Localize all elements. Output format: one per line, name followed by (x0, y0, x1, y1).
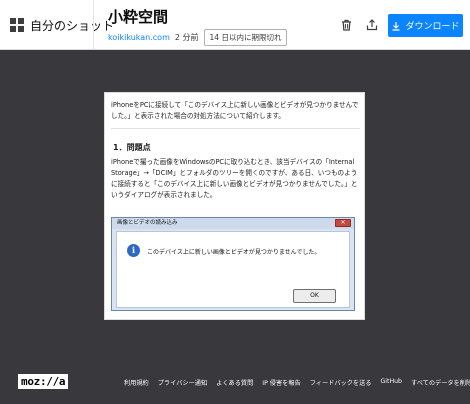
dialog-ok-button: OK (293, 289, 336, 303)
delete-button[interactable] (336, 15, 356, 35)
top-bar: 自分のショット 小粋空間 koikikukan.com 2 分前 14 日以内に… (0, 0, 470, 50)
source-link[interactable]: koikikukan.com (108, 33, 170, 42)
shot-meta: koikikukan.com 2 分前 14 日以内に期限切れ (108, 29, 288, 46)
footer-link-github[interactable]: GitHub (381, 378, 402, 387)
mozilla-logo[interactable]: moz://a (18, 374, 69, 389)
share-icon (366, 19, 378, 31)
download-icon (392, 21, 400, 31)
shot-heading: 1．問題点 (113, 143, 151, 152)
download-label: ダウンロード (405, 22, 460, 32)
header-divider (93, 0, 94, 50)
footer-link-report-ip[interactable]: IP 侵害を報告 (262, 378, 300, 387)
dialog-close-icon: ✕ (335, 219, 351, 227)
share-button[interactable] (362, 15, 382, 35)
import-dialog: 画像とビデオの読み込み ✕ i このデバイス上に新しい画像とビデオが見つかりませ… (111, 217, 355, 311)
screenshot-preview: iPhoneをPCに接続して「このデバイス上に新しい画像とビデオが見つかりません… (104, 92, 365, 320)
info-icon: i (127, 244, 140, 257)
dialog-body: i このデバイス上に新しい画像とビデオが見つかりませんでした。 OK (116, 231, 350, 308)
dialog-message: このデバイス上に新しい画像とビデオが見つかりませんでした。 (147, 249, 321, 256)
footer-link-faq[interactable]: よくある質問 (216, 378, 253, 387)
grid-icon (10, 18, 24, 32)
download-button[interactable]: ダウンロード (388, 14, 463, 37)
footer-links: 利用規約 プライバシー通知 よくある質問 IP 侵害を報告 フィードバックを送る… (124, 378, 470, 387)
page-title: 小粋空間 (108, 8, 169, 26)
shot-intro-text: iPhoneをPCに接続して「このデバイス上に新しい画像とビデオが見つかりません… (111, 101, 359, 120)
footer-link-privacy[interactable]: プライバシー通知 (158, 378, 207, 387)
trash-icon (341, 19, 351, 31)
shot-divider (111, 128, 360, 129)
footer: moz://a 利用規約 プライバシー通知 よくある質問 IP 侵害を報告 フィ… (0, 366, 470, 404)
footer-link-delete-data[interactable]: すべてのデータを削除 (411, 378, 470, 387)
time-ago: 2 分前 (174, 33, 199, 42)
expire-badge[interactable]: 14 日以内に期限切れ (203, 29, 288, 46)
my-shots-link[interactable]: 自分のショット (10, 14, 114, 36)
my-shots-label: 自分のショット (30, 18, 115, 33)
shot-body-text: iPhoneで撮った画像をWindowsのPCに取り込むとき、該当デバイスの「I… (111, 158, 358, 199)
footer-link-feedback[interactable]: フィードバックを送る (310, 378, 372, 387)
footer-link-terms[interactable]: 利用規約 (124, 378, 149, 387)
dialog-title: 画像とビデオの読み込み (112, 218, 354, 229)
